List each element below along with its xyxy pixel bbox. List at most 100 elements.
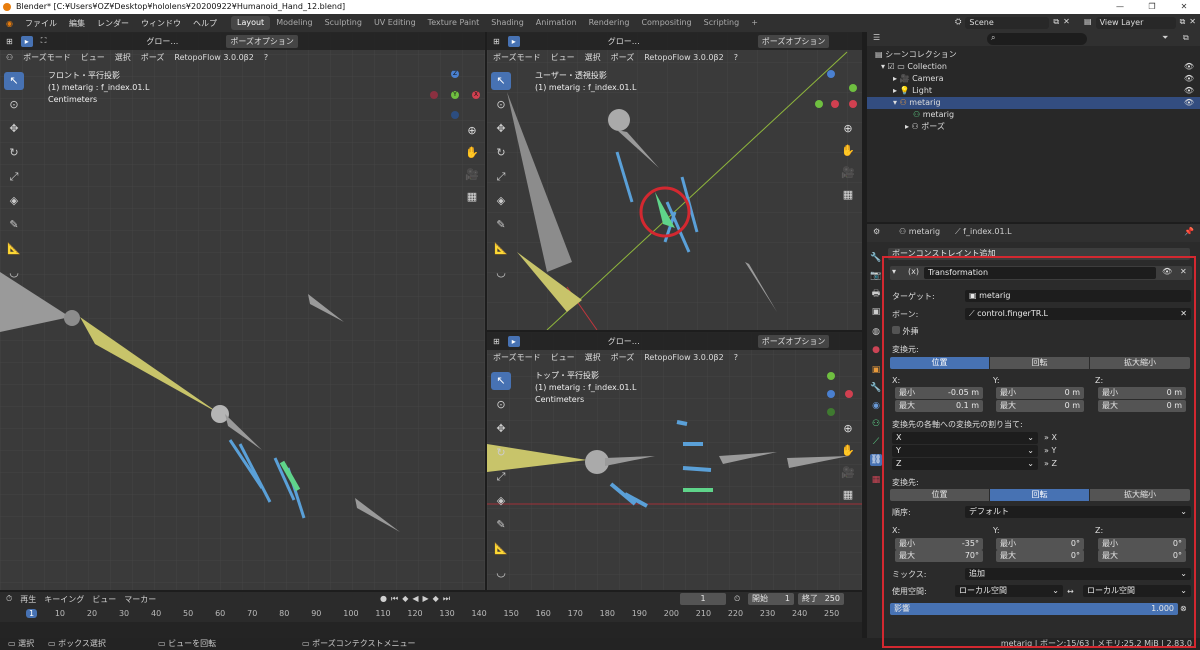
gizmo-x-axis-icon[interactable] [849,100,857,108]
transform-tool-icon[interactable]: ◈ [491,492,511,510]
source-mode-location[interactable]: 位置 [890,357,989,369]
gizmo-neg-y-icon[interactable] [815,100,823,108]
timeline-editor-icon[interactable]: ⏱ [6,594,12,604]
dest-mode-scale[interactable]: 拡大縮小 [1090,489,1190,501]
current-frame-field[interactable]: 1 [680,593,726,605]
mode-selector[interactable]: ポーズモード [491,352,543,363]
target-field[interactable]: ▣ metarig [965,290,1191,302]
outliner-editor-icon[interactable]: ☰ [873,33,880,42]
cursor-tool-icon[interactable]: ⊙ [491,396,511,414]
new-collection-icon[interactable]: ⧉ [1183,33,1189,43]
next-keyframe-icon[interactable]: ◆ [433,594,439,604]
constraint-name-input[interactable]: Transformation [924,267,1156,279]
move-tool-icon[interactable]: ✥ [4,120,24,138]
select-mode-icon[interactable]: ▸ [20,35,33,47]
menu-marker[interactable]: マーカー [124,594,156,605]
retopoflow-menu[interactable]: RetopoFlow 3.0.0β2 [642,353,725,362]
dest-mode-rotation[interactable]: 回転 [990,489,1089,501]
menu-keying[interactable]: キーイング [44,594,84,605]
gizmo-y-axis-icon[interactable] [827,372,835,380]
pan-hand-icon[interactable]: ✋ [841,444,855,458]
move-tool-icon[interactable]: ✥ [491,120,511,138]
extrapolate-checkbox[interactable]: 外挿 [892,326,919,338]
outliner-row-light[interactable]: ▸ 💡 Light 👁 [867,85,1200,97]
ortho-grid-icon[interactable]: ▦ [465,190,479,204]
scale-tool-icon[interactable]: ⤢ [491,168,511,186]
viewport-front[interactable]: ⊞ ▸ ⛶ グロー… ポーズオプション ⚇ ポーズモード ビュー 選択 ポーズ … [0,32,485,590]
outliner-row-camera[interactable]: ▸ 🎥 Camera 👁 [867,73,1200,85]
play-reverse-icon[interactable]: ◀ [412,594,418,604]
gizmo-z-axis-icon[interactable] [827,390,835,398]
dest-z-max-field[interactable]: 最大 0° [1098,550,1186,562]
tab-layout[interactable]: Layout [230,16,271,30]
new-scene-icon[interactable]: ⧉ [1053,17,1059,29]
global-orientation[interactable]: グロー… [606,336,642,347]
order-select[interactable]: デフォルト ⌄ [965,506,1191,518]
properties-editor-icon[interactable]: ⚙ [873,227,880,236]
gizmo-neg-x-icon[interactable] [430,91,438,99]
tweak-tool-icon[interactable]: ↖ [4,72,24,90]
gizmo-x-axis-icon[interactable] [845,390,853,398]
object-tab-icon[interactable]: ▣ [870,364,882,376]
target-space-select[interactable]: ローカル空間 ⌄ [1083,585,1191,597]
move-tool-icon[interactable]: ✥ [491,420,511,438]
view-layer-tab-icon[interactable]: ▣ [870,306,882,318]
menu-window[interactable]: ウィンドウ [135,18,187,29]
dest-z-min-field[interactable]: 最小 0° [1098,538,1186,550]
tool-tab-icon[interactable]: 🔧 [870,252,882,264]
menu-render[interactable]: レンダー [91,18,135,29]
frame-end-field[interactable]: 終了 250 [798,593,844,605]
measure-tool-icon[interactable]: 📐 [4,240,24,258]
dest-x-max-field[interactable]: 最大 70° [895,550,983,562]
tab-scripting[interactable]: Scripting [698,16,746,30]
delete-view-layer-icon[interactable]: ✕ [1189,17,1196,29]
menu-select[interactable]: 選択 [113,52,133,63]
delete-scene-icon[interactable]: ✕ [1063,17,1070,29]
breakdowner-tool-icon[interactable]: ◡ [4,264,24,282]
gizmo-x-axis-icon[interactable]: X [472,91,480,99]
source-y-min-field[interactable]: 最小 0 m [996,387,1084,399]
new-view-layer-icon[interactable]: ⧉ [1180,17,1186,29]
pan-hand-icon[interactable]: ✋ [841,144,855,158]
record-icon[interactable]: ● [380,594,387,604]
editor-type-icon[interactable]: ⊞ [4,37,15,46]
source-mode-rotation[interactable]: 回転 [990,357,1089,369]
annotate-tool-icon[interactable]: ✎ [491,516,511,534]
tab-modeling[interactable]: Modeling [270,16,318,30]
source-y-max-field[interactable]: 最大 0 m [996,400,1084,412]
camera-view-icon[interactable]: 🎥 [841,166,855,180]
cursor-tool-icon[interactable]: ⊙ [4,96,24,114]
render-tab-icon[interactable]: 📷 [870,270,882,282]
gizmo-y-axis-icon[interactable]: Y [451,91,459,99]
tweak-tool-icon[interactable]: ↖ [491,72,511,90]
bone-constraint-tab-icon[interactable]: ⛓ [870,454,882,466]
breakdowner-tool-icon[interactable]: ◡ [491,264,511,282]
jump-start-icon[interactable]: ⏮ [391,594,398,604]
world-tab-icon[interactable]: ● [870,344,882,356]
camera-view-icon[interactable]: 🎥 [841,466,855,480]
perspective-toggle-icon[interactable]: ▦ [841,188,855,202]
dest-y-min-field[interactable]: 最小 0° [996,538,1084,550]
menu-help[interactable]: ヘルプ [187,18,223,29]
global-orientation[interactable]: グロー… [606,36,642,47]
gizmo-neg-z-icon[interactable] [451,111,459,119]
menu-pose[interactable]: ポーズ [609,52,637,63]
source-z-min-field[interactable]: 最小 0 m [1098,387,1186,399]
menu-view[interactable]: ビュー [79,52,107,63]
dest-mode-location[interactable]: 位置 [890,489,989,501]
ortho-grid-icon[interactable]: ▦ [841,488,855,502]
help-icon[interactable]: ? [262,53,270,62]
outliner-search-input[interactable]: ⌕ [987,33,1087,45]
add-bone-constraint-button[interactable]: ボーンコンストレイント追加 [888,248,1190,260]
view-layer-selector[interactable]: View Layer [1095,17,1176,29]
rotate-tool-icon[interactable]: ↻ [491,444,511,462]
menu-pose[interactable]: ポーズ [139,52,167,63]
tweak-tool-icon[interactable]: ↖ [491,372,511,390]
scene-tab-icon[interactable]: ◍ [870,326,882,338]
pose-options-menu[interactable]: ポーズオプション [757,34,830,48]
menu-select[interactable]: 選択 [583,352,603,363]
select-mode-icon[interactable]: ▸ [507,335,520,347]
tab-rendering[interactable]: Rendering [583,16,636,30]
play-icon[interactable]: ▶ [423,594,429,604]
mode-selector[interactable]: ポーズモード [21,52,73,63]
